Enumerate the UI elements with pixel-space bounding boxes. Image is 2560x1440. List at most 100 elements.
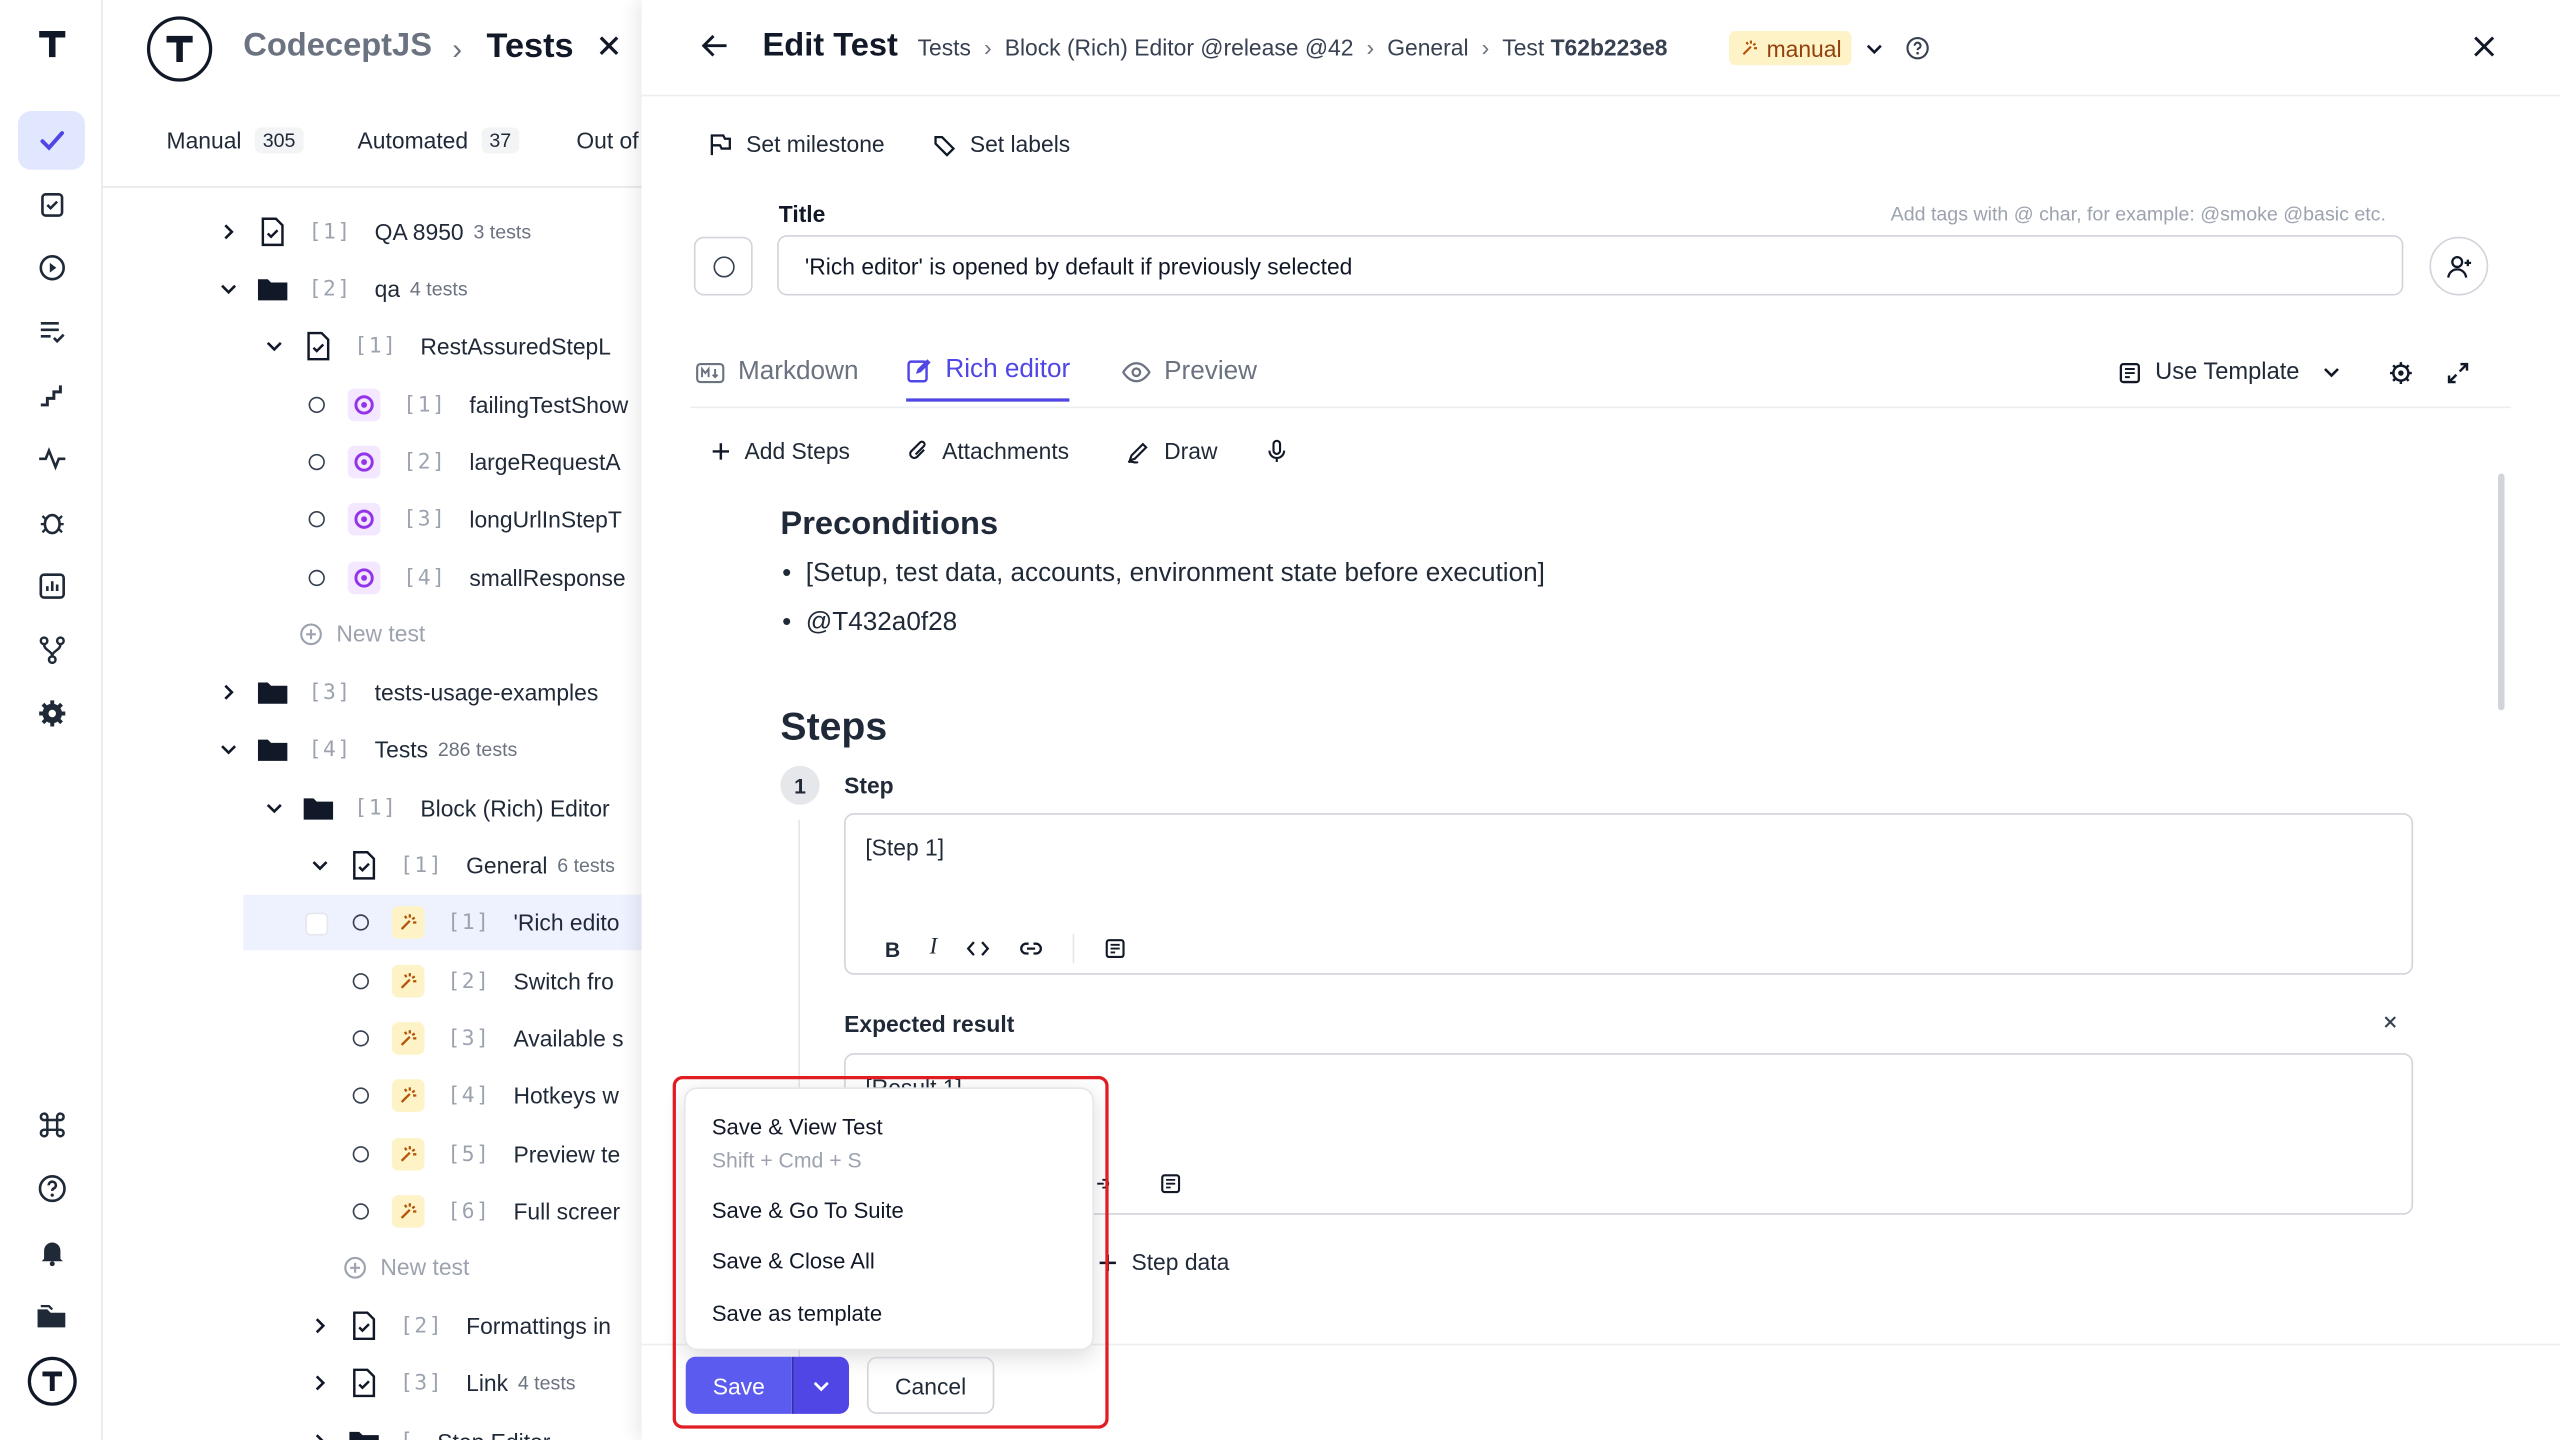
notifications-nav-button[interactable] (18, 1223, 85, 1282)
use-template-dropdown[interactable]: Use Template (2118, 359, 2342, 385)
tree-suite-row[interactable]: [1] QA 8950 3 tests (217, 204, 531, 260)
editor-settings-button[interactable] (2389, 361, 2413, 385)
tree-suite-row[interactable]: [1] General 6 tests (309, 838, 615, 894)
status-dropdown-button[interactable] (1865, 39, 1885, 59)
test-status-circle[interactable] (352, 973, 369, 990)
test-status-circle[interactable] (352, 1146, 369, 1163)
new-test-button[interactable]: New test (343, 1239, 469, 1295)
draw-button[interactable]: Draw (1127, 438, 1217, 464)
step-text[interactable]: [Step 1] (865, 834, 944, 860)
breadcrumb-item[interactable]: Block (Rich) Editor @release @42 (1005, 34, 1354, 60)
breadcrumb-item[interactable]: General (1387, 34, 1468, 60)
requirements-nav-button[interactable] (18, 175, 85, 234)
step-format-toolbar: B I (885, 933, 1127, 964)
breadcrumb-separator: › (1366, 34, 1375, 61)
tree-test-row[interactable]: [2] largeRequestA (308, 434, 621, 490)
defects-nav-button[interactable] (18, 493, 85, 552)
manual-icon (391, 1079, 425, 1112)
template-insert-icon[interactable] (1159, 1172, 1182, 1195)
command-nav-button[interactable] (18, 1096, 85, 1155)
test-status-circle[interactable] (308, 453, 325, 471)
projects-nav-button[interactable] (18, 1287, 85, 1346)
scrollbar-thumb[interactable] (2498, 473, 2505, 711)
test-status-circle[interactable] (308, 511, 325, 528)
code-icon[interactable] (966, 939, 990, 959)
user-avatar[interactable] (27, 1356, 77, 1406)
test-state-toggle[interactable] (693, 236, 753, 296)
test-status-circle[interactable] (308, 396, 325, 414)
help-button[interactable] (1905, 36, 1929, 60)
steps-nav-button[interactable] (18, 366, 85, 425)
filter-automated[interactable]: Automated 37 (358, 127, 520, 154)
template-insert-icon[interactable] (1104, 937, 1127, 960)
test-status-circle[interactable] (308, 569, 325, 587)
set-milestone-button[interactable]: Set milestone (709, 131, 885, 157)
test-status-circle[interactable] (352, 914, 369, 931)
set-labels-button[interactable]: Set labels (932, 131, 1070, 157)
link-icon[interactable] (1019, 939, 1043, 959)
close-editor-button[interactable] (2470, 33, 2498, 61)
runs-nav-button[interactable] (18, 238, 85, 297)
filter-out-of-sync[interactable]: Out of (576, 127, 638, 153)
template-icon (2119, 362, 2140, 383)
tab-rich-editor[interactable]: Rich editor (906, 343, 1071, 402)
tab-markdown[interactable]: Markdown (696, 343, 858, 402)
tree-test-row[interactable]: [2] Switch fro (352, 953, 614, 1009)
tree-folder-row[interactable]: [4] Tests 286 tests (217, 722, 517, 778)
assign-user-button[interactable] (2429, 236, 2489, 296)
test-status-circle[interactable] (352, 1087, 369, 1104)
tree-test-row[interactable]: [3] Available s (352, 1011, 624, 1067)
tree-suite-row[interactable]: [ Step Editor (309, 1414, 550, 1440)
attachments-button[interactable]: Attachments (908, 438, 1069, 464)
project-logo[interactable] (146, 16, 213, 82)
settings-nav-button[interactable] (18, 684, 85, 743)
chevron-right-icon (217, 224, 240, 240)
voice-input-button[interactable] (1267, 439, 1287, 463)
plans-nav-button[interactable] (18, 302, 85, 361)
remove-expected-button[interactable] (2382, 1014, 2398, 1030)
close-icon (2474, 36, 2495, 57)
folder-icon (348, 1429, 381, 1440)
pulse-nav-button[interactable] (18, 429, 85, 488)
analytics-nav-button[interactable] (18, 557, 85, 616)
close-tree-button[interactable] (594, 31, 623, 60)
tree-folder-row[interactable]: [3] tests-usage-examples (217, 665, 598, 721)
help-nav-button[interactable] (18, 1159, 85, 1218)
row-checkbox[interactable] (305, 912, 329, 936)
tree-test-row[interactable]: [4] Hotkeys w (352, 1068, 619, 1124)
tree-test-row[interactable]: [6] Full screer (352, 1184, 620, 1240)
test-status-circle[interactable] (352, 1030, 369, 1047)
back-button[interactable] (700, 31, 729, 60)
tree-folder-row[interactable]: [1] Block (Rich) Editor (263, 780, 610, 836)
add-step-data-button[interactable]: Step data (1097, 1249, 1229, 1275)
tree-test-row[interactable]: [4] smallResponse (308, 550, 626, 606)
tree-test-row[interactable]: [5] Preview te (352, 1127, 620, 1183)
tree-folder-row[interactable]: [2] qa 4 tests (217, 261, 468, 317)
tree-test-row[interactable]: [3] longUrlInStepT (308, 491, 622, 547)
add-steps-button[interactable]: Add Steps (710, 438, 850, 464)
tree-suite-row[interactable]: [1] RestAssuredStepL (263, 318, 611, 374)
status-badge[interactable]: manual (1729, 31, 1852, 66)
branches-nav-button[interactable] (18, 620, 85, 679)
automated-icon (347, 388, 381, 422)
manual-icon (1742, 40, 1758, 55)
bold-icon[interactable]: B (885, 936, 900, 960)
tree-test-row[interactable]: [1] failingTestShow (308, 377, 628, 433)
test-status-circle[interactable] (352, 1203, 369, 1220)
tests-nav-button[interactable] (17, 111, 85, 170)
title-input[interactable]: 'Rich editor' is opened by default if pr… (777, 235, 2404, 296)
tab-preview[interactable]: Preview (1121, 343, 1257, 402)
breadcrumb-item[interactable]: Tests (918, 34, 971, 60)
step-editor-box[interactable]: [Step 1] B I (844, 813, 2414, 975)
testomat-logo[interactable] (34, 26, 70, 62)
chevron-down-icon (263, 800, 286, 816)
project-name[interactable]: CodeceptJS (243, 28, 432, 66)
tree-suite-row[interactable]: [2] Formattings in (309, 1298, 611, 1354)
italic-icon[interactable]: I (930, 936, 938, 962)
new-test-button[interactable]: New test (299, 606, 425, 662)
tree-suite-row[interactable]: [3] Link 4 tests (309, 1355, 576, 1411)
bell-icon (40, 1242, 63, 1267)
tree-test-row-selected[interactable]: [1] 'Rich edito (352, 895, 619, 951)
fullscreen-button[interactable] (2446, 361, 2470, 385)
filter-manual[interactable]: Manual 305 (167, 127, 304, 154)
